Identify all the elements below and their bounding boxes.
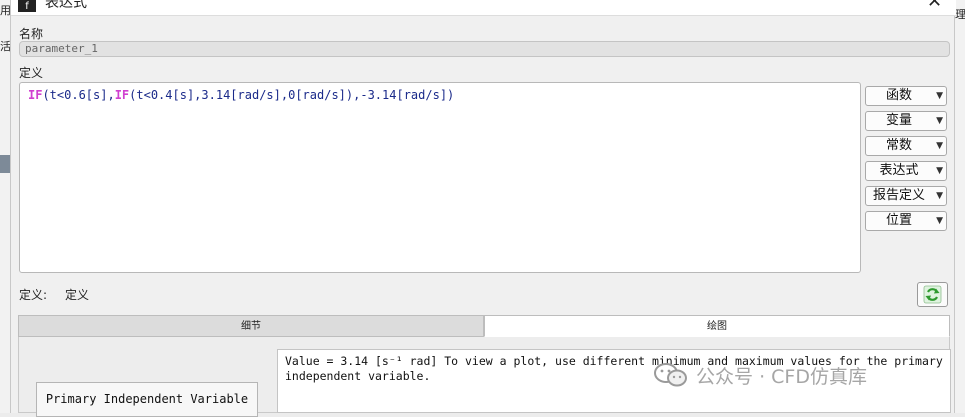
refresh-icon bbox=[923, 285, 942, 304]
chevron-down-icon: ▼ bbox=[936, 166, 943, 176]
background-glyph: 理 bbox=[955, 8, 965, 21]
watermark-text: 公众号 · CFD仿真库 bbox=[696, 366, 867, 388]
chevron-down-icon: ▼ bbox=[936, 91, 943, 101]
location-label: 位置 bbox=[885, 213, 912, 228]
background-block bbox=[0, 155, 10, 173]
app-icon: f bbox=[18, 0, 36, 12]
expressions-label: 表达式 bbox=[879, 163, 919, 178]
expression-text: (t<0.6[s], bbox=[42, 88, 115, 102]
background-right-strip: 理 bbox=[955, 0, 965, 413]
wechat-icon bbox=[654, 363, 687, 387]
title-bar[interactable]: f 表达式 ✕ bbox=[11, 0, 956, 16]
tab-details[interactable]: 细节 bbox=[18, 315, 484, 337]
chevron-down-icon: ▼ bbox=[936, 216, 943, 226]
tab-bar: 细节 绘图 bbox=[18, 315, 950, 337]
definition-editor[interactable]: IF(t<0.6[s],IF(t<0.4[s],3.14[rad/s],0[ra… bbox=[19, 82, 861, 273]
window-title: 表达式 bbox=[45, 0, 87, 11]
constants-label: 常数 bbox=[885, 138, 912, 153]
report-definitions-label: 报告定义 bbox=[872, 188, 925, 203]
report-definitions-button[interactable]: 报告定义 ▼ bbox=[865, 186, 947, 206]
variables-button[interactable]: 变量 ▼ bbox=[865, 111, 947, 131]
close-icon[interactable]: ✕ bbox=[927, 0, 942, 12]
expressions-button[interactable]: 表达式 ▼ bbox=[865, 161, 947, 181]
expression-keyword: IF bbox=[114, 88, 130, 102]
definition-status-key: 定义: bbox=[19, 288, 48, 302]
refresh-button[interactable] bbox=[917, 282, 948, 307]
constants-button[interactable]: 常数 ▼ bbox=[865, 136, 947, 156]
background-left-strip: 用 活 bbox=[0, 0, 11, 413]
chevron-down-icon: ▼ bbox=[936, 191, 943, 201]
name-field[interactable]: parameter_1 bbox=[19, 41, 950, 57]
definition-label: 定义 bbox=[19, 66, 44, 80]
expression-text: (t<0.4[s],3.14[rad/s],0[rad/s]),-3.14[ra… bbox=[129, 88, 455, 102]
primary-independent-variable-button[interactable]: Primary Independent Variable bbox=[36, 382, 258, 417]
functions-button[interactable]: 函数 ▼ bbox=[865, 86, 947, 106]
tab-plot[interactable]: 绘图 bbox=[484, 315, 950, 337]
expression-dialog: f 表达式 ✕ 名称 parameter_1 定义 IF(t<0.6[s],IF… bbox=[10, 0, 956, 417]
location-button[interactable]: 位置 ▼ bbox=[865, 211, 947, 231]
chevron-down-icon: ▼ bbox=[936, 141, 943, 151]
expression-keyword: IF bbox=[28, 88, 43, 102]
variables-label: 变量 bbox=[885, 113, 912, 128]
functions-label: 函数 bbox=[885, 88, 912, 103]
chevron-down-icon: ▼ bbox=[936, 116, 943, 126]
insert-button-column: 函数 ▼ 变量 ▼ 常数 ▼ 表达式 ▼ 报告定义 ▼ 位置 ▼ bbox=[865, 86, 947, 236]
name-label: 名称 bbox=[19, 27, 44, 41]
watermark: 公众号 · CFD仿真库 bbox=[652, 362, 867, 389]
definition-status-value: 定义 bbox=[65, 288, 90, 302]
